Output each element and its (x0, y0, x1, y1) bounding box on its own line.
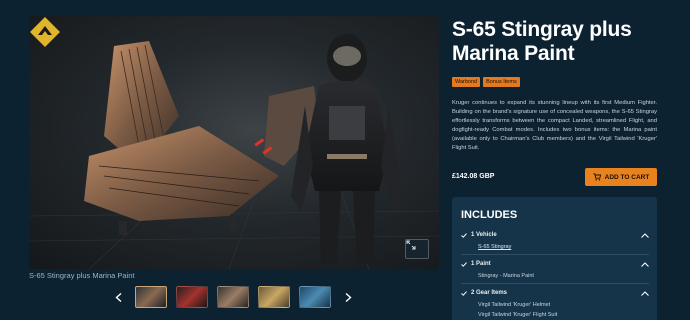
cart-icon (593, 173, 601, 181)
hero-image[interactable] (29, 16, 439, 269)
chevron-up-icon (641, 290, 649, 296)
includes-group-header[interactable]: 1 Paint (461, 259, 649, 269)
divider (461, 283, 649, 284)
thumbnail-5[interactable] (299, 286, 331, 308)
thumbnail-2[interactable] (176, 286, 208, 308)
product-title: S-65 Stingray plus Marina Paint (452, 18, 632, 65)
add-to-cart-button[interactable]: ADD TO CART (585, 168, 657, 186)
chevron-up-icon (641, 232, 649, 238)
hero-illustration (29, 34, 439, 269)
thumbnail-3[interactable] (217, 286, 249, 308)
prev-button[interactable] (108, 287, 128, 307)
includes-item: Stingray - Marina Paint (478, 273, 534, 279)
thumbnail-1[interactable] (135, 286, 167, 308)
check-icon (461, 290, 467, 296)
thumbnail-carousel (108, 284, 358, 310)
includes-group-header[interactable]: 2 Gear Items (461, 288, 649, 298)
includes-group-label: 2 Gear Items (471, 290, 508, 296)
includes-group-gear: 2 Gear Items Virgil Tailwind 'Kruger' He… (461, 288, 649, 318)
next-button[interactable] (338, 287, 358, 307)
tag-warbond: Warbond (452, 77, 481, 87)
chevron-right-icon (345, 292, 352, 302)
divider (461, 254, 649, 255)
includes-group-vehicle: 1 Vehicle S-65 Stingray (461, 230, 649, 250)
tag-bonus-items: Bonus Items (483, 77, 520, 87)
expand-icon (406, 240, 416, 250)
chevron-up-icon (641, 261, 649, 267)
check-icon (461, 232, 467, 238)
expand-button[interactable] (405, 239, 429, 259)
chevron-left-icon (114, 292, 121, 302)
includes-item: Virgil Tailwind 'Kruger' Helmet (478, 302, 551, 308)
thumbnail-4[interactable] (258, 286, 290, 308)
check-icon (461, 261, 467, 267)
includes-group-paint: 1 Paint Stingray - Marina Paint (461, 259, 649, 279)
includes-panel: INCLUDES 1 Vehicle S-65 Stingray 1 Paint… (452, 197, 657, 320)
includes-group-label: 1 Paint (471, 261, 491, 267)
includes-group-header[interactable]: 1 Vehicle (461, 230, 649, 240)
includes-group-label: 1 Vehicle (471, 232, 497, 238)
includes-item: Virgil Tailwind 'Kruger' Flight Suit (478, 312, 558, 318)
tag-list: Warbond Bonus Items (452, 77, 520, 87)
image-caption: S-65 Stingray plus Marina Paint (29, 271, 135, 280)
includes-item-link[interactable]: S-65 Stingray (478, 244, 649, 250)
includes-heading: INCLUDES (461, 209, 518, 221)
add-to-cart-label: ADD TO CART (604, 173, 650, 181)
kruger-logo-icon (30, 17, 60, 47)
product-description: Kruger continues to expand its stunning … (452, 100, 657, 151)
product-price: £142.08 GBP (452, 173, 495, 180)
